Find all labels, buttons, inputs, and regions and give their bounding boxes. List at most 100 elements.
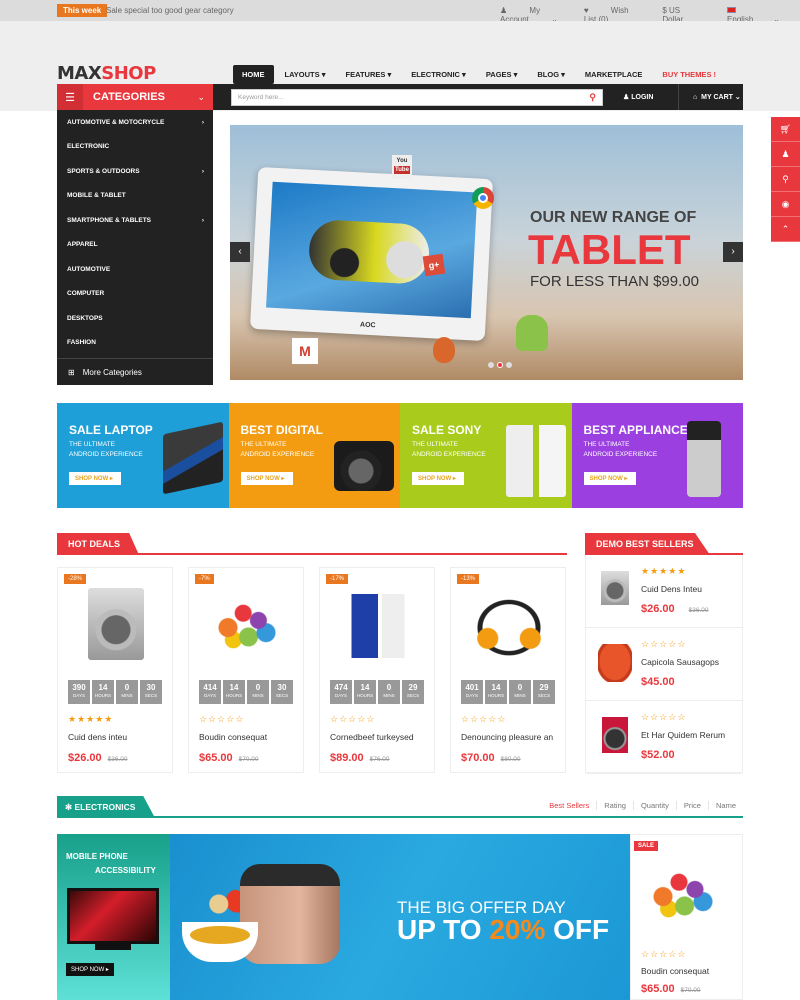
search-icon[interactable]: ⚲ bbox=[771, 167, 800, 192]
category-item[interactable]: AUTOMOTIVE bbox=[57, 257, 213, 282]
nav-electronic[interactable]: ELECTRONIC ▾ bbox=[402, 65, 475, 84]
discount-badge: -28% bbox=[64, 574, 87, 584]
category-item[interactable]: AUTOMOTIVE & MOTOCRYCLE › bbox=[57, 110, 213, 135]
shop-now-button[interactable]: SHOP NOW ▸ bbox=[69, 472, 121, 485]
shop-now-button[interactable]: SHOP NOW ▸ bbox=[412, 472, 464, 485]
eye-icon[interactable]: ◉ bbox=[771, 192, 800, 217]
electronics-title: ✻ ELECTRONICS bbox=[57, 796, 155, 818]
slider-dot-active[interactable] bbox=[497, 362, 503, 368]
user-icon: ♟ bbox=[623, 94, 632, 101]
hot-deals-title: HOT DEALS bbox=[57, 533, 139, 555]
chevron-down-icon: ⌄ bbox=[197, 91, 205, 102]
star-empty-icon: ☆ bbox=[659, 949, 669, 959]
product-name[interactable]: Et Har Quidem Rerum bbox=[641, 730, 725, 740]
nav-buy-themes[interactable]: BUY THEMES ! bbox=[653, 65, 725, 84]
sort-best-sellers[interactable]: Best Sellers bbox=[542, 801, 596, 810]
star-empty-icon: ☆ bbox=[226, 714, 236, 724]
category-item[interactable]: FASHION bbox=[57, 331, 213, 356]
list-item[interactable]: ☆☆☆☆☆ Et Har Quidem Rerum $52.00 bbox=[586, 701, 742, 774]
list-item[interactable]: ☆☆☆☆☆ Capicola Sausagops $45.00 bbox=[586, 628, 742, 701]
slider-dot[interactable] bbox=[506, 362, 512, 368]
mobile-accessibility-banner[interactable]: MOBILE PHONE ACCESSIBILITY SHOP NOW ▸ bbox=[57, 834, 170, 1000]
category-item[interactable]: APPAREL bbox=[57, 233, 213, 258]
product-name[interactable]: Capicola Sausagops bbox=[641, 657, 719, 667]
star-empty-icon: ☆ bbox=[659, 639, 669, 649]
categories-toggle[interactable]: ☰ CATEGORIES ⌄ bbox=[57, 84, 213, 110]
banner-sony[interactable]: SALE SONY THE ULTIMATE ANDROID EXPERIENCE… bbox=[400, 403, 572, 508]
product-card[interactable]: -28% 390 DAYS 14 HOURS 0 MINS 30 SECS ★★★★★ … bbox=[57, 567, 173, 773]
red-washer-image bbox=[602, 717, 628, 753]
phone-image bbox=[505, 425, 566, 497]
countdown-unit: 29 SECS bbox=[533, 680, 555, 704]
shop-now-button[interactable]: SHOP NOW ▸ bbox=[583, 472, 636, 485]
product-price: $26.00 $36.00 bbox=[68, 752, 128, 764]
star-empty-icon: ☆ bbox=[677, 712, 687, 722]
countdown-unit: 0 MINS bbox=[509, 680, 531, 704]
slider-dots bbox=[488, 362, 512, 368]
chevron-right-icon: › bbox=[201, 216, 204, 224]
divider bbox=[678, 84, 679, 110]
star-empty-icon: ☆ bbox=[461, 714, 471, 724]
rating-stars: ☆☆☆☆☆ bbox=[199, 714, 244, 725]
star-empty-icon: ☆ bbox=[488, 714, 498, 724]
nav-home[interactable]: HOME bbox=[233, 65, 274, 84]
search-input[interactable]: Keyword here... ⚲ bbox=[231, 88, 603, 106]
slider-dot[interactable] bbox=[488, 362, 494, 368]
product-card[interactable]: -13% 401 DAYS 14 HOURS 0 MINS 29 SECS ☆☆☆☆☆ … bbox=[450, 567, 566, 773]
nav-features[interactable]: FEATURES ▾ bbox=[337, 65, 401, 84]
banner-digital[interactable]: BEST DIGITAL THE ULTIMATE ANDROID EXPERIE… bbox=[228, 403, 400, 508]
scroll-top-icon[interactable]: ⌃ bbox=[771, 217, 800, 242]
shop-now-button[interactable]: SHOP NOW ▸ bbox=[66, 963, 114, 976]
more-categories-link[interactable]: ⊞ More Categories bbox=[57, 358, 213, 385]
category-item[interactable]: SPORTS & OUTDOORS › bbox=[57, 159, 213, 184]
nav-blog[interactable]: BLOG ▾ bbox=[528, 65, 574, 84]
banner-laptop[interactable]: SALE LAPTOP THE ULTIMATE ANDROID EXPERIEN… bbox=[57, 403, 229, 508]
logo[interactable]: MAXSHOP bbox=[57, 63, 156, 84]
product-card[interactable]: -7% 414 DAYS 14 HOURS 0 MINS 30 SECS ☆☆☆☆☆ B… bbox=[188, 567, 304, 773]
product-name[interactable]: Denouncing pleasure an bbox=[461, 732, 553, 742]
countdown-unit: 0 MINS bbox=[378, 680, 400, 704]
product-price: $52.00 bbox=[641, 749, 675, 761]
slider-prev-button[interactable]: ‹ bbox=[230, 242, 250, 262]
star-empty-icon: ☆ bbox=[641, 712, 651, 722]
cart-button[interactable]: ⌂ MY CART ⌄ bbox=[693, 93, 741, 101]
category-item[interactable]: DESKTOPS bbox=[57, 306, 213, 331]
user-icon: ♟ bbox=[500, 6, 510, 15]
promo-text: Sale special too good gear category bbox=[106, 6, 234, 15]
star-empty-icon: ☆ bbox=[366, 714, 376, 724]
category-item[interactable]: ELECTRONIC bbox=[57, 135, 213, 160]
product-card[interactable]: -17% 474 DAYS 14 HOURS 0 MINS 29 SECS ☆☆☆☆☆ … bbox=[319, 567, 435, 773]
category-item[interactable]: MOBILE & TABLET bbox=[57, 184, 213, 209]
old-price: $80.00 bbox=[500, 756, 521, 763]
search-icon[interactable]: ⚲ bbox=[589, 92, 596, 103]
bird-figurines-image bbox=[209, 588, 285, 660]
category-item[interactable]: COMPUTER bbox=[57, 282, 213, 307]
sort-price[interactable]: Price bbox=[675, 801, 708, 810]
star-empty-icon: ☆ bbox=[479, 714, 489, 724]
sort-quantity[interactable]: Quantity bbox=[632, 801, 676, 810]
login-button[interactable]: ♟ LOGIN bbox=[623, 93, 670, 101]
big-offer-banner[interactable]: THE BIG OFFER DAY UP TO 20% OFF bbox=[170, 834, 630, 1000]
list-item[interactable]: ★★★★★ Cuid Dens Inteu $26.00 $36.00 bbox=[586, 555, 742, 628]
cart-icon[interactable]: 🛒︎ bbox=[771, 117, 800, 142]
product-name[interactable]: Boudin consequat bbox=[641, 966, 709, 976]
banner-appliances[interactable]: BEST APPLIANCES THE ULTIMATE ANDROID EXPE… bbox=[571, 403, 743, 508]
product-name[interactable]: Cornedbeef turkeysed bbox=[330, 732, 414, 742]
shop-now-button[interactable]: SHOP NOW ▸ bbox=[240, 472, 293, 485]
category-item[interactable]: SMARTPHONE & TABLETS › bbox=[57, 208, 213, 233]
old-price: $70.00 bbox=[238, 756, 259, 763]
sort-name[interactable]: Name bbox=[707, 801, 743, 810]
nav-marketplace[interactable]: MARKETPLACE bbox=[576, 65, 652, 84]
star-empty-icon: ☆ bbox=[357, 714, 367, 724]
product-name[interactable]: Cuid Dens Inteu bbox=[641, 584, 702, 594]
nav-pages[interactable]: PAGES ▾ bbox=[477, 65, 527, 84]
slider-next-button[interactable]: › bbox=[723, 242, 743, 262]
product-name[interactable]: Cuid dens inteu bbox=[68, 732, 127, 742]
sort-rating[interactable]: Rating bbox=[596, 801, 633, 810]
product-price: $65.00 $70.00 bbox=[641, 983, 701, 995]
product-card[interactable]: SALE ☆☆☆☆☆ Boudin consequat $65.00 $70.00 bbox=[630, 834, 743, 1000]
product-name[interactable]: Boudin consequat bbox=[199, 732, 267, 742]
user-icon[interactable]: ♟ bbox=[771, 142, 800, 167]
nav-layouts[interactable]: LAYOUTS ▾ bbox=[276, 65, 335, 84]
headphones-image bbox=[471, 588, 547, 660]
